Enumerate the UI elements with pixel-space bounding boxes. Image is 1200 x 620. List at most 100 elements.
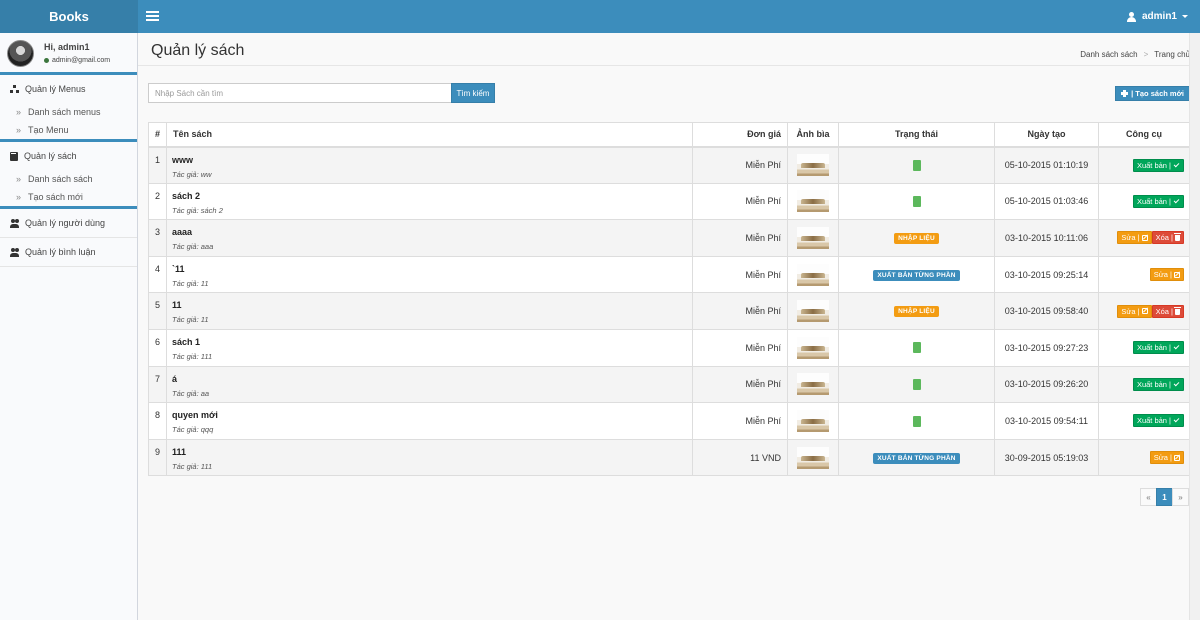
status-badge: NHẬP LIỆU [894,232,939,244]
table-row: 5 11 Tác giả: 11 Miễn Phí NHẬP LIỆU 03-10-201… [148,292,1190,330]
user-menu[interactable]: admin1 [1126,0,1188,33]
edit-button[interactable]: Sửa | [1117,231,1152,245]
book-title[interactable]: `11 [172,264,692,274]
breadcrumb: Danh sách sách > Trang chủ [1080,50,1190,59]
book-author: Tác giả: ww [172,170,692,179]
book-title[interactable]: 111 [172,447,692,457]
author-prefix: Tác giả: [172,205,201,215]
book-price: 11 VND [692,438,788,477]
sidebar-group-header[interactable]: Quản lý sách [0,142,137,170]
book-cover-image [797,373,829,396]
book-title[interactable]: 11 [172,300,692,310]
publish-button[interactable]: Xuất bản | [1132,194,1184,208]
book-cell: á Tác giả: aa [166,365,693,404]
table-row: 2 sách 2 Tác giả: sách 2 Miễn Phí 05-10-2015… [148,182,1190,221]
status-cell: NHẬP LIỆU [838,292,995,330]
avatar [7,40,34,67]
published-status-indicator [912,378,921,390]
status-cell: XUẤT BẢN TỪNG PHẦN [838,438,995,477]
edit-button[interactable]: Sửa | [1149,451,1184,465]
top-navbar: Books admin1 [0,0,1200,33]
cover-cell [787,255,839,294]
col-header-price: Đơn giá [692,122,788,148]
row-number: 6 [148,328,167,367]
book-title[interactable]: á [172,374,692,384]
col-header-title: Tên sách [166,122,693,148]
book-cell: 11 Tác giả: 11 [166,292,693,330]
pagination-page-1[interactable]: 1 [1156,488,1173,506]
main-content: Quản lý sách Danh sách sách > Trang chủ … [138,33,1200,620]
status-cell: XUẤT BẢN TỪNG PHẦN [838,255,995,294]
row-number: 9 [148,438,167,477]
publish-label: Xuất bản | [1136,379,1171,389]
chevron-right-icon: » [16,125,22,135]
book-author: Tác giả: aa [172,389,692,398]
author-name: 111 [200,351,213,361]
breadcrumb-item-books[interactable]: Danh sách sách [1080,50,1137,59]
sidebar-group-header[interactable]: Quản lý người dùng [0,209,137,237]
book-cover-image [797,446,829,469]
search-input[interactable] [148,83,451,103]
edit-button[interactable]: Sửa | [1117,304,1152,318]
edit-label: Sửa | [1121,233,1140,243]
sidebar-item[interactable]: » Danh sách menus [0,103,137,121]
sidebar-group-header[interactable]: Quản lý Menus [0,75,137,103]
user-icon [1126,11,1137,22]
users-icon [10,247,19,257]
book-price: Miễn Phí [692,255,788,294]
book-title[interactable]: sách 1 [172,337,692,347]
book-price: Miễn Phí [692,365,788,404]
book-cell: sách 2 Tác giả: sách 2 [166,182,693,221]
check-icon [1173,197,1180,204]
book-author: Tác giả: 111 [172,352,692,361]
sidebar-item[interactable]: » Danh sách sách [0,170,137,188]
book-title[interactable]: aaaa [172,227,692,237]
breadcrumb-item-home[interactable]: Trang chủ [1154,50,1190,59]
chevron-right-icon: » [16,107,22,117]
book-title[interactable]: quyen mới [172,410,692,420]
scrollbar[interactable] [1189,33,1200,620]
publish-button[interactable]: Xuất bản | [1132,377,1184,391]
sitemap-icon [10,84,19,94]
book-cell: `11 Tác giả: 11 [166,255,693,294]
book-title[interactable]: www [172,155,692,165]
create-book-button[interactable]: | Tạo sách mới [1115,86,1190,101]
user-email-text: admin@gmail.com [52,57,111,64]
table-row: 1 www Tác giả: ww Miễn Phí 05-10-2015 01:10:… [148,146,1190,184]
delete-button[interactable]: Xóa | [1151,304,1184,318]
book-price: Miễn Phí [692,292,788,330]
publish-button[interactable]: Xuất bản | [1132,158,1184,172]
sidebar-group-header[interactable]: Quản lý bình luận [0,238,137,266]
book-cover-image [797,409,829,432]
pagination-next[interactable]: » [1172,488,1189,506]
delete-button[interactable]: Xóa | [1151,231,1184,245]
chevron-right-icon: » [16,174,22,184]
check-icon [1173,161,1180,167]
book-price: Miễn Phí [692,146,788,184]
book-title[interactable]: sách 2 [172,191,692,201]
publish-button[interactable]: Xuất bản | [1132,341,1184,355]
edit-button[interactable]: Sửa | [1149,268,1184,282]
pagination: « 1 » [1140,488,1189,506]
tools-cell: Xuất bản | [1098,182,1190,221]
publish-button[interactable]: Xuất bản | [1132,414,1184,428]
status-badge: NHẬP LIỆU [894,306,939,318]
sidebar-item[interactable]: » Tạo Menu [0,121,137,139]
tools-cell: Sửa | Xóa | [1098,292,1190,330]
status-cell [838,402,995,440]
published-status-indicator [912,342,921,354]
search-button[interactable]: Tìm kiếm [451,83,495,103]
status-cell [838,365,995,404]
row-number: 5 [148,292,167,330]
edit-icon [1174,454,1180,461]
sidebar-item[interactable]: » Tạo sách mới [0,188,137,206]
row-number: 1 [148,146,167,184]
cover-cell [787,182,839,221]
book-author: Tác giả: aaa [172,242,692,251]
brand-logo[interactable]: Books [0,0,138,33]
publish-label: Xuất bản | [1136,343,1171,353]
created-date: 03-10-2015 09:27:23 [994,328,1099,367]
sidebar-toggle-icon[interactable] [146,11,159,21]
author-name: sách 2 [200,205,223,215]
pagination-prev[interactable]: « [1140,488,1157,506]
